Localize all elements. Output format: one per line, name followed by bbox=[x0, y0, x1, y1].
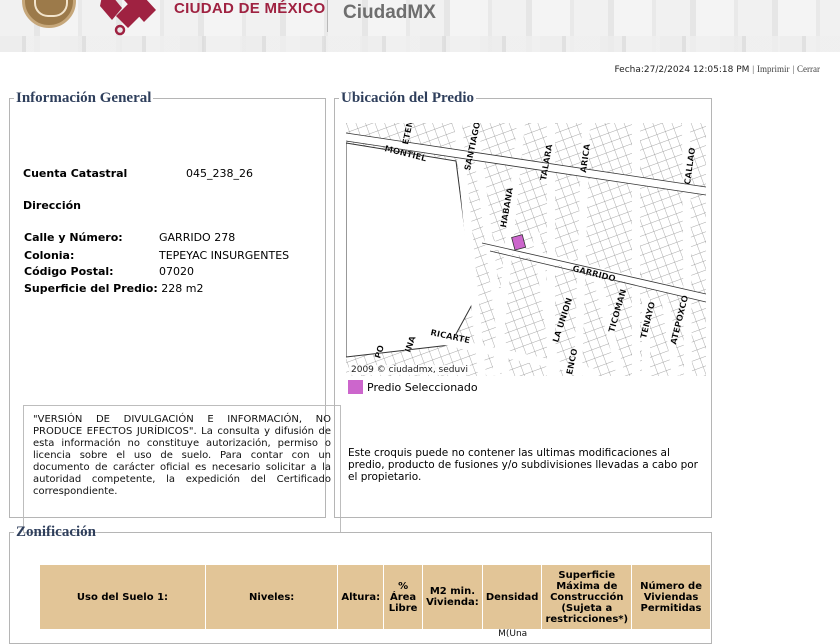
calle-numero-value: GARRIDO 278 bbox=[159, 231, 236, 244]
cuenta-catastral-value: 045_238_26 bbox=[186, 167, 253, 180]
predio-legend-label: Predio Seleccionado bbox=[367, 381, 478, 394]
cuenta-catastral-label: Cuenta Catastral bbox=[23, 167, 128, 180]
table-cell bbox=[423, 629, 483, 639]
th-m2-min-vivienda: M2 min. Vivienda: bbox=[423, 565, 483, 629]
table-cell bbox=[542, 629, 632, 639]
croquis-note: Este croquis puede no contener las ultim… bbox=[348, 447, 699, 483]
th-uso-suelo: Uso del Suelo 1: bbox=[40, 565, 206, 629]
informacion-general-title: Información General bbox=[16, 90, 152, 106]
superficie-label: Superficie del Predio: bbox=[24, 282, 158, 295]
separator: | bbox=[792, 64, 795, 74]
colonia-value: TEPEYAC INSURGENTES bbox=[159, 249, 290, 262]
table-cell bbox=[40, 629, 206, 639]
imprimir-link[interactable]: Imprimir bbox=[757, 64, 790, 74]
th-superficie-maxima: Superficie Máxima de Construcción (Sujet… bbox=[542, 565, 633, 629]
table-row: M(Una bbox=[40, 629, 711, 639]
cerrar-link[interactable]: Cerrar bbox=[797, 64, 820, 74]
table-cell bbox=[206, 629, 338, 639]
superficie-value: 228 m2 bbox=[161, 282, 204, 295]
th-numero-viviendas: Número de Viviendas Permitidas bbox=[632, 565, 711, 629]
direccion-label: Dirección bbox=[23, 199, 81, 212]
zonificacion-table: Uso del Suelo 1: Niveles: Altura: % Área… bbox=[40, 565, 711, 639]
city-seal-logo bbox=[22, 0, 76, 28]
calle-numero-label: Calle y Número: bbox=[24, 231, 123, 244]
colonia-label: Colonia: bbox=[24, 249, 75, 262]
table-cell bbox=[338, 629, 384, 639]
header-pattern bbox=[0, 36, 840, 52]
informacion-general-panel: Información General Cuenta Catastral 045… bbox=[9, 90, 341, 533]
th-altura: Altura: bbox=[338, 565, 385, 629]
location-map[interactable]: MONTIEL ETEN SANTIAGO TALARA ARICA CALLA… bbox=[346, 123, 706, 376]
th-densidad: Densidad bbox=[482, 565, 543, 629]
codigo-postal-row: Código Postal: 07020 bbox=[24, 265, 194, 278]
th-area-libre: % Área Libre bbox=[384, 565, 424, 629]
predio-legend-swatch bbox=[348, 380, 363, 394]
fecha-text: Fecha:27/2/2024 12:05:18 PM bbox=[614, 65, 750, 75]
ubicacion-predio-panel: Ubicación del Predio MONTIEL ETEN SANTIA… bbox=[334, 90, 712, 518]
zonificacion-panel: Zonificación Uso del Suelo 1: Niveles: A… bbox=[9, 524, 712, 644]
ubicacion-predio-title: Ubicación del Predio bbox=[341, 90, 475, 106]
codigo-postal-value: 07020 bbox=[159, 265, 194, 278]
calle-numero-row: Calle y Número: GARRIDO 278 bbox=[24, 231, 235, 244]
table-cell bbox=[632, 629, 711, 639]
zonificacion-title: Zonificación bbox=[16, 524, 97, 540]
colonia-row: Colonia: TEPEYAC INSURGENTES bbox=[24, 249, 289, 262]
cdmx-logo-icon bbox=[100, 0, 156, 36]
map-graphic: MONTIEL ETEN SANTIAGO TALARA ARICA CALLA… bbox=[346, 123, 706, 376]
codigo-postal-label: Código Postal: bbox=[24, 265, 114, 278]
map-credit: 2009 © ciudadmx, seduvi bbox=[349, 365, 471, 375]
dateline: Fecha:27/2/2024 12:05:18 PM | Imprimir |… bbox=[614, 64, 820, 75]
header-divider bbox=[327, 0, 328, 32]
superficie-row: Superficie del Predio: 228 m2 bbox=[24, 282, 203, 295]
th-niveles: Niveles: bbox=[205, 565, 339, 629]
separator: | bbox=[752, 64, 755, 74]
disclaimer-box: "VERSIÓN DE DIVULGACIÓN E INFORMACIÓN, N… bbox=[23, 405, 341, 533]
site-header: CIUDAD DE MÉXICO CiudadMX bbox=[0, 0, 840, 52]
gov-title: CIUDAD DE MÉXICO bbox=[174, 0, 326, 17]
brand-name: CiudadMX bbox=[343, 2, 436, 23]
table-cell: M(Una bbox=[498, 629, 528, 639]
table-cell bbox=[384, 629, 423, 639]
